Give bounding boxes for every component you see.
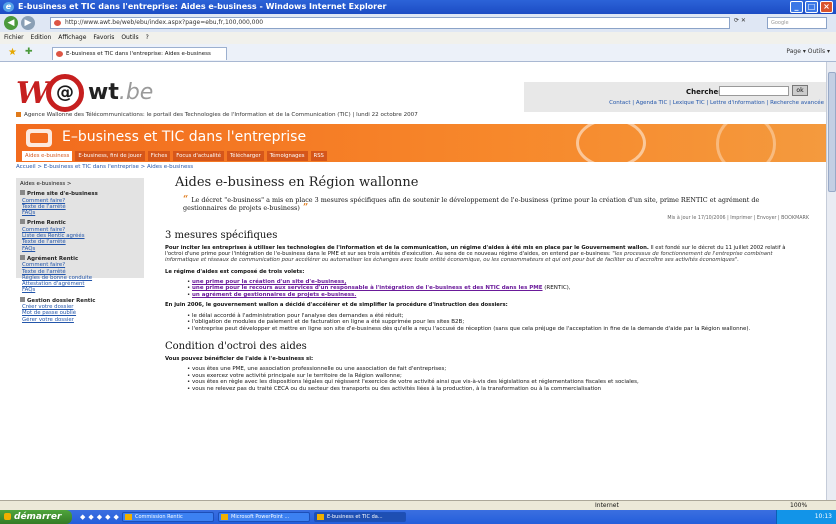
- scroll-thumb[interactable]: [828, 72, 836, 192]
- sidebar-section-gestion: Gestion dossier Rentic: [16, 297, 144, 304]
- volets-list: une prime pour la création d'un site d'e…: [187, 279, 815, 299]
- paragraph: Le régime d'aides est composé de trois v…: [165, 268, 305, 275]
- quote-close-icon: ”: [299, 203, 309, 213]
- tab-bar: ★ ✚ E-business et TIC dans l'entreprise:…: [0, 44, 836, 62]
- sidebar-link[interactable]: FAQs: [16, 210, 144, 216]
- nav-tab-temoignages[interactable]: Témoignages: [266, 151, 308, 161]
- conditions-list: vous êtes une PME, une association profe…: [187, 366, 815, 392]
- command-bar[interactable]: Page ▾ Outils ▾: [786, 48, 830, 55]
- search-input[interactable]: Google: [767, 17, 827, 29]
- list-item: un agrément de gestionnaires de projets …: [187, 292, 815, 299]
- close-button[interactable]: ×: [820, 1, 833, 13]
- minimize-button[interactable]: _: [790, 1, 803, 13]
- menu-help[interactable]: ?: [146, 34, 149, 41]
- sidebar-link[interactable]: FAQs: [16, 287, 144, 293]
- menu-fichier[interactable]: Fichier: [4, 34, 24, 41]
- web-page: W @ wt.be Chercher ok Contact | Agenda T…: [0, 62, 836, 500]
- breadcrumb[interactable]: Accueil > E-business et TIC dans l'entre…: [16, 164, 193, 170]
- system-tray: 10:13: [776, 510, 836, 524]
- menu-bar: Fichier Edition Affichage Favoris Outils…: [0, 32, 836, 44]
- banner-title: E–business et TIC dans l'entreprise: [62, 129, 307, 145]
- nav-tab-aides[interactable]: Aides e-business: [22, 151, 73, 161]
- forward-button[interactable]: ▶: [21, 16, 35, 30]
- back-button[interactable]: ◀: [4, 16, 18, 30]
- address-toolbar: ◀ ▶ http://www.awt.be/web/ebu/index.aspx…: [0, 14, 836, 32]
- paragraph: Pour inciter les entreprises à utiliser …: [165, 245, 786, 264]
- sidebar-section-prime-site: Prime site d'e-business: [16, 190, 144, 197]
- intro-quote: “ Le décret "e-business" a mis en place …: [183, 195, 760, 213]
- page-meta[interactable]: Mis à jour le 17/10/2006 | Imprimer | En…: [165, 216, 815, 221]
- top-links[interactable]: Contact | Agenda TIC | Lexique TIC | Let…: [524, 100, 824, 106]
- main-content: Aides e-business en Région wallonne “ Le…: [165, 175, 815, 396]
- logo-w: W: [16, 76, 50, 111]
- site-search-input[interactable]: [719, 86, 789, 96]
- logo-text: wt.be: [88, 80, 154, 105]
- clock: 10:13: [814, 513, 832, 520]
- sidebar: Aides e-business > Prime site d'e-busine…: [16, 178, 144, 323]
- paragraph: En juin 2006, le gouvernement wallon a d…: [165, 302, 508, 309]
- maximize-button[interactable]: □: [805, 1, 818, 13]
- nav-tab-fini[interactable]: E-business, fini de jouer: [75, 151, 145, 161]
- page-title: Aides e-business en Région wallonne: [175, 175, 419, 190]
- zoom-level[interactable]: 100%: [790, 501, 807, 510]
- section-heading-condition: Condition d'octroi des aides: [165, 341, 307, 353]
- vertical-scrollbar[interactable]: [826, 62, 836, 500]
- menu-outils[interactable]: Outils: [121, 34, 138, 41]
- sidebar-section-prime-rentic: Prime Rentic: [16, 219, 144, 226]
- nav-tab-telecharger[interactable]: Télécharger: [226, 151, 264, 161]
- juin-list: le délai accordé à l'administration pour…: [187, 313, 815, 333]
- announcement: Agence Wallonne des Télécommunications: …: [16, 112, 418, 118]
- nav-tab-focus[interactable]: Focus d'actualité: [173, 151, 224, 161]
- volet-link[interactable]: une prime pour le recours aux services d…: [192, 285, 543, 291]
- favorites-star-icon[interactable]: ★: [8, 47, 17, 58]
- paragraph: Vous pouvez bénéficier de l'aide à l'e-b…: [165, 356, 314, 363]
- list-item: l'entreprise peut développer et mettre e…: [187, 326, 815, 333]
- taskbar: démarrer ◆◆◆◆◆◆ Commission Rentic Micros…: [0, 510, 836, 524]
- menu-affichage[interactable]: Affichage: [58, 34, 86, 41]
- section-nav: Aides e-business E-business, fini de jou…: [22, 151, 327, 161]
- sidebar-title: Aides e-business >: [20, 181, 72, 187]
- awt-logo[interactable]: W @ wt.be: [16, 72, 186, 112]
- taskbar-item[interactable]: Microsoft PowerPoint ...: [218, 512, 310, 522]
- sidebar-link[interactable]: FAQs: [16, 246, 144, 252]
- volet-link[interactable]: une prime pour la création d'un site d'e…: [192, 279, 346, 285]
- window-titlebar: e E-business et TIC dans l'entreprise: A…: [0, 0, 836, 14]
- section-heading-mesures: 3 mesures spécifiques: [165, 230, 278, 241]
- window-title: E-business et TIC dans l'entreprise: Aid…: [18, 2, 387, 11]
- taskbar-item-active[interactable]: E-business et TIC da...: [314, 512, 406, 522]
- nav-tab-fiches[interactable]: Fiches: [147, 151, 171, 161]
- logo-at-icon: @: [46, 74, 84, 112]
- section-banner: E–business et TIC dans l'entreprise Aide…: [16, 124, 826, 162]
- cart-icon: [26, 129, 52, 147]
- ie-icon: e: [3, 2, 14, 12]
- refresh-stop-buttons[interactable]: ⟳ ✕: [734, 17, 746, 24]
- volet-link[interactable]: un agrément de gestionnaires de projets …: [192, 292, 356, 298]
- site-search-button[interactable]: ok: [792, 85, 808, 96]
- menu-edition[interactable]: Edition: [31, 34, 52, 41]
- search-label: Chercher: [686, 88, 722, 96]
- window-controls: _ □ ×: [790, 1, 833, 13]
- menu-favoris[interactable]: Favoris: [93, 34, 114, 41]
- site-search-panel: Chercher ok Contact | Agenda TIC | Lexiq…: [524, 82, 826, 112]
- browser-tab[interactable]: E-business et TIC dans l'entreprise: Aid…: [52, 47, 227, 60]
- sidebar-link[interactable]: Gérer votre dossier: [16, 317, 144, 323]
- add-favorite-icon[interactable]: ✚: [25, 47, 33, 57]
- status-bar: Internet 100%: [0, 500, 836, 510]
- list-item: vous ne relevez pas du traité CECA ou du…: [187, 386, 815, 393]
- decor-circle: [576, 124, 646, 162]
- address-bar[interactable]: http://www.awt.be/web/ebu/index.aspx?pag…: [50, 17, 730, 29]
- start-button[interactable]: démarrer: [0, 510, 72, 524]
- nav-tab-rss[interactable]: RSS: [310, 151, 327, 161]
- decor-circle: [716, 124, 776, 162]
- sidebar-section-agrement: Agrément Rentic: [16, 255, 144, 262]
- taskbar-item[interactable]: Commission Rentic: [122, 512, 214, 522]
- zone-indicator: Internet: [595, 502, 619, 509]
